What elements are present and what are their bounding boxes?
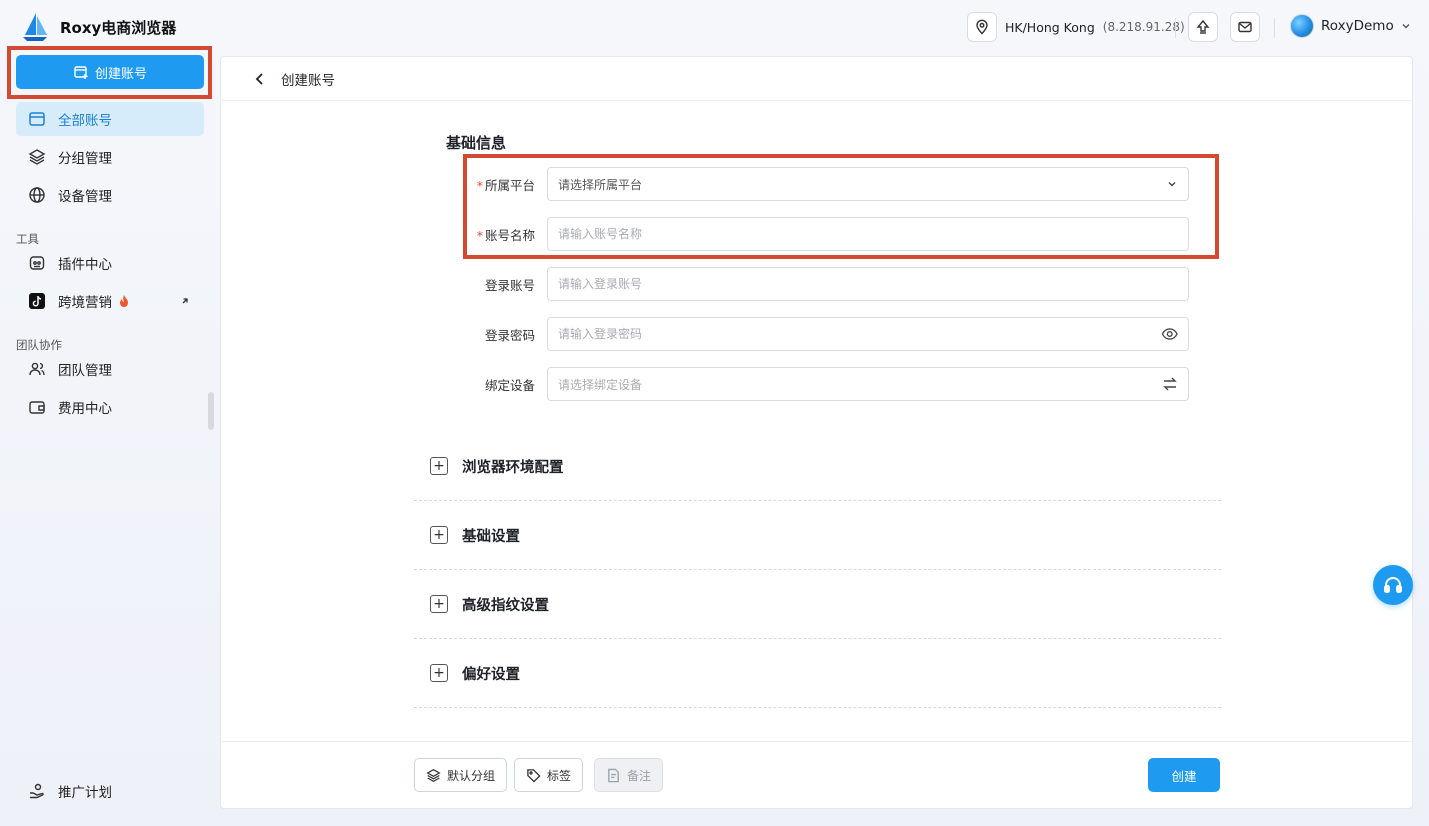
create-submit-button[interactable]: 创建 — [1148, 758, 1220, 792]
plus-icon[interactable]: + — [430, 526, 448, 544]
panel-header: 创建账号 — [221, 57, 1412, 101]
sidebar-item-label: 推广计划 — [58, 785, 112, 801]
users-icon — [29, 362, 45, 376]
sidebar-item-label: 设备管理 — [58, 189, 112, 205]
sidebar-item-label: 费用中心 — [58, 401, 112, 417]
collapse-fingerprint[interactable]: + 高级指纹设置 — [414, 570, 1221, 639]
plugin-icon — [29, 256, 45, 270]
ip-text: (8.218.91.28) — [1102, 20, 1185, 34]
upgrade-button[interactable] — [1188, 12, 1218, 42]
upload-icon — [1196, 19, 1210, 34]
plus-icon[interactable]: + — [430, 595, 448, 613]
sidebar-item-label: 分组管理 — [58, 151, 112, 167]
external-link-icon — [182, 298, 188, 304]
note-button[interactable]: 备注 — [594, 758, 664, 792]
bind-device-placeholder: 请选择绑定设备 — [558, 377, 643, 392]
collapse-title: 基础设置 — [462, 528, 520, 545]
button-label: 备注 — [627, 768, 652, 783]
collapse-title: 偏好设置 — [462, 666, 520, 683]
sidebar-item-label: 团队管理 — [58, 363, 112, 379]
highlight-box-required-fields — [463, 154, 1219, 259]
form-row-login-password: 登录密码 — [457, 317, 1189, 351]
eye-icon[interactable] — [1161, 325, 1178, 343]
collapse-title: 浏览器环境配置 — [462, 459, 564, 476]
bind-device-select[interactable]: 请选择绑定设备 — [547, 367, 1189, 401]
tags-button[interactable]: 标签 — [514, 758, 584, 792]
field-label: 绑定设备 — [484, 377, 535, 393]
highlight-box-create — [7, 46, 212, 99]
sidebar-item-promotion[interactable]: 推广计划 — [16, 774, 204, 808]
layers-icon — [28, 149, 46, 165]
login-password-field[interactable] — [547, 317, 1189, 351]
location-text: HK/Hong Kong — [1005, 19, 1095, 35]
sidebar-item-label: 跨境营销 — [58, 295, 112, 311]
gift-hand-icon — [30, 783, 44, 799]
button-label: 默认分组 — [447, 768, 496, 783]
section-label-tools: 工具 — [16, 232, 39, 246]
app-title: Roxy电商浏览器 — [60, 18, 177, 37]
headset-icon — [1384, 577, 1402, 593]
globe-icon — [29, 187, 45, 203]
panel-footer: 默认分组 标签 备注 创建 — [221, 741, 1412, 808]
app-logo: Roxy电商浏览器 — [20, 11, 176, 43]
wallet-icon — [29, 401, 45, 414]
fire-icon — [120, 295, 128, 307]
section-label-team: 团队协作 — [16, 338, 62, 352]
default-group-button[interactable]: 默认分组 — [414, 758, 508, 792]
sidebar-item-plugins[interactable]: 插件中心 — [16, 246, 204, 280]
page-title: 创建账号 — [281, 72, 335, 89]
sidebar-item-billing[interactable]: 费用中心 — [16, 390, 204, 424]
back-arrow-icon[interactable] — [253, 72, 267, 86]
create-account-panel: 创建账号 基础信息 *所属平台 请选择所属平台 *账号名称 登录账号 登录密码 … — [220, 56, 1413, 809]
location-pin-icon[interactable] — [967, 12, 997, 42]
card-icon — [29, 112, 45, 126]
tag-icon — [527, 768, 541, 783]
note-icon — [608, 768, 619, 782]
tiktok-icon — [29, 293, 45, 309]
sail-logo-icon — [23, 13, 47, 41]
user-menu[interactable]: RoxyDemo — [1290, 14, 1411, 38]
sidebar-item-label: 插件中心 — [58, 257, 112, 273]
proxy-location[interactable]: HK/Hong Kong (8.218.91.28) — [967, 12, 1185, 42]
plus-icon[interactable]: + — [430, 664, 448, 682]
message-button[interactable] — [1230, 12, 1260, 42]
login-password-input[interactable] — [558, 327, 1161, 341]
collapse-basic-settings[interactable]: + 基础设置 — [414, 501, 1221, 570]
customer-support-button[interactable] — [1373, 565, 1413, 605]
avatar — [1290, 14, 1314, 38]
layers-icon — [426, 768, 441, 782]
section-title-basic-info: 基础信息 — [446, 134, 507, 152]
field-label: 登录账号 — [484, 277, 535, 293]
swap-icon[interactable] — [1162, 376, 1178, 392]
top-bar: Roxy电商浏览器 HK/Hong Kong (8.218.91.28) Rox… — [0, 0, 1429, 56]
collapse-browser-env[interactable]: + 浏览器环境配置 — [414, 432, 1221, 501]
form-row-login-account: 登录账号 — [457, 267, 1189, 301]
mail-icon — [1238, 21, 1252, 33]
form-row-bind-device: 绑定设备 请选择绑定设备 — [457, 367, 1189, 401]
sidebar-item-marketing[interactable]: 跨境营销 — [16, 284, 204, 318]
field-label: 登录密码 — [484, 327, 535, 343]
login-account-input[interactable] — [558, 277, 1178, 291]
chevron-down-icon — [1402, 24, 1410, 29]
sidebar-item-label: 全部账号 — [58, 113, 112, 129]
user-name: RoxyDemo — [1321, 18, 1394, 34]
sidebar-scrollbar[interactable] — [208, 392, 214, 430]
collapse-title: 高级指纹设置 — [462, 597, 549, 614]
button-label: 标签 — [547, 768, 572, 783]
collapse-preferences[interactable]: + 偏好设置 — [414, 639, 1221, 708]
login-account-field[interactable] — [547, 267, 1189, 301]
sidebar-item-groups[interactable]: 分组管理 — [16, 140, 204, 174]
sidebar-item-devices[interactable]: 设备管理 — [16, 178, 204, 212]
divider — [1175, 18, 1176, 38]
plus-icon[interactable]: + — [430, 457, 448, 475]
sidebar-item-all-accounts[interactable]: 全部账号 — [16, 102, 204, 136]
sidebar-item-team[interactable]: 团队管理 — [16, 352, 204, 386]
divider — [1274, 18, 1275, 38]
